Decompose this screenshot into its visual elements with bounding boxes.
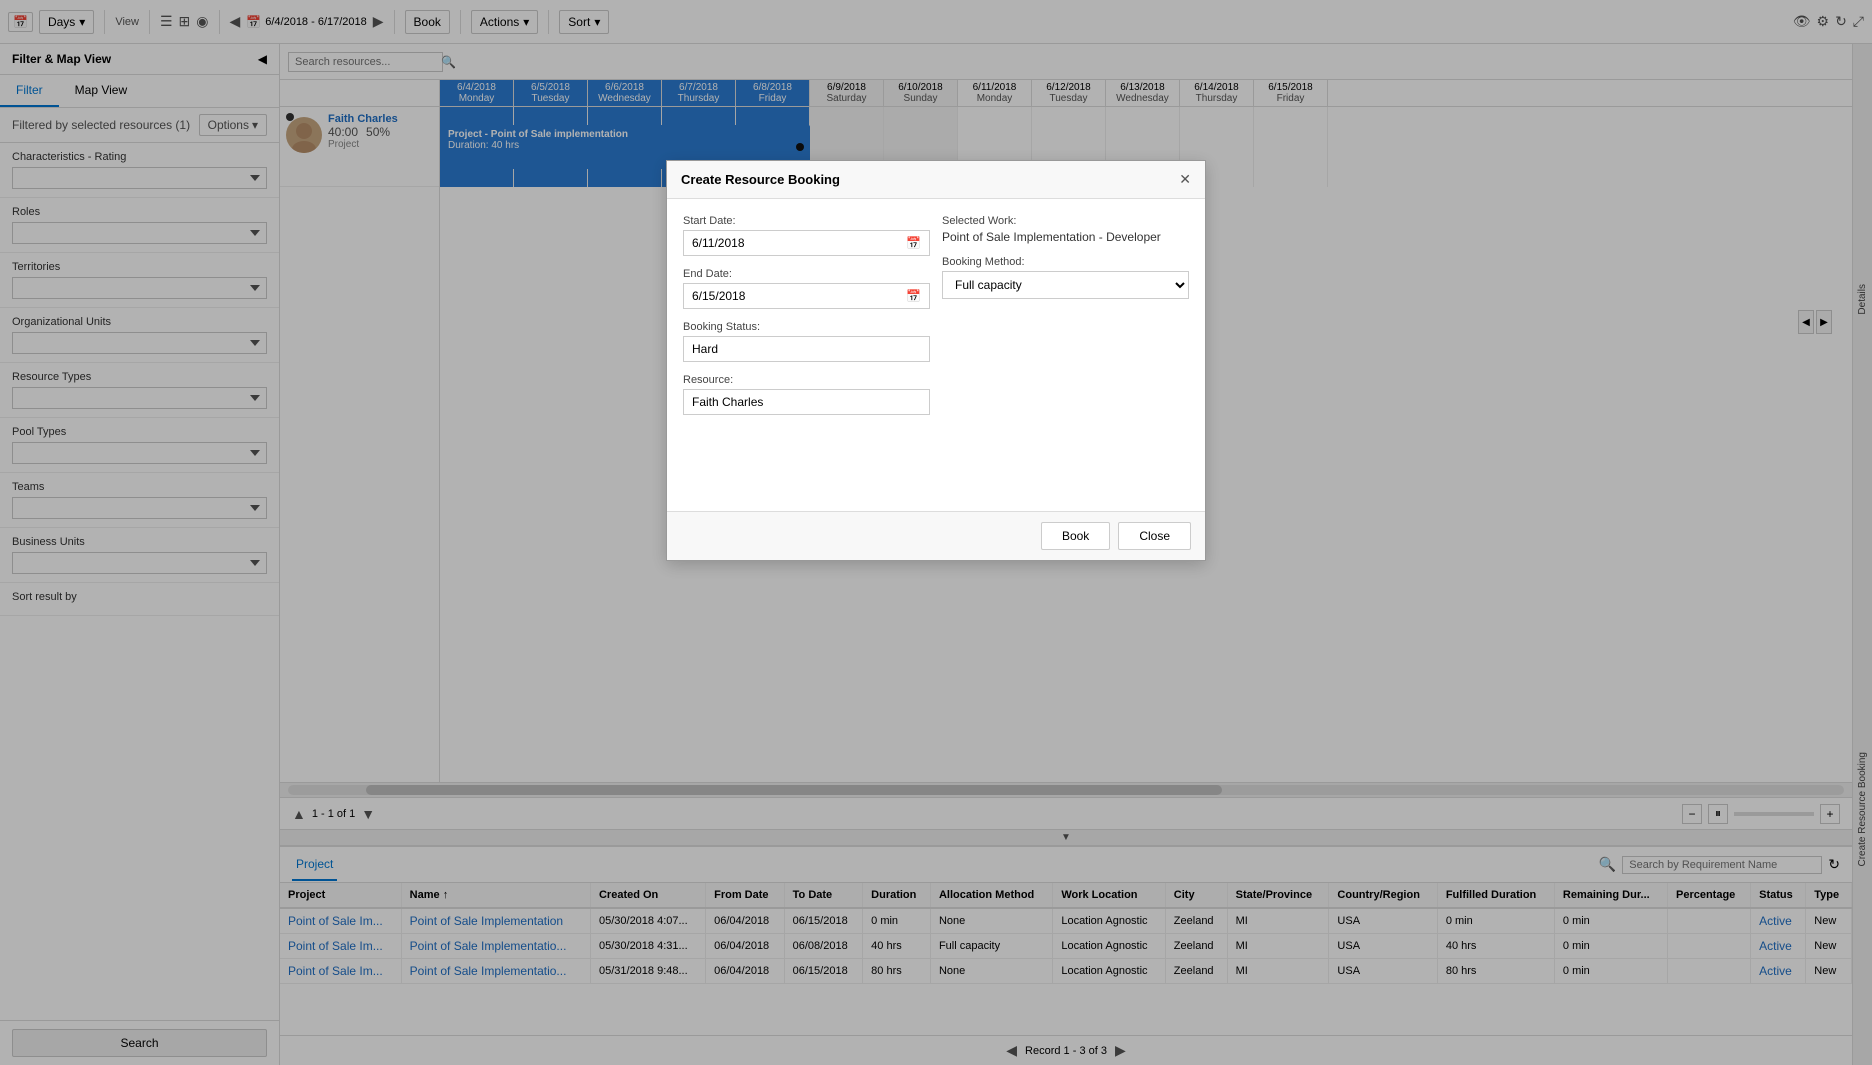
selected-work-value: Point of Sale Implementation - Developer xyxy=(942,230,1189,244)
form-end-date: End Date: 6/15/2018 📅 xyxy=(683,268,930,309)
modal-body: Start Date: 6/11/2018 📅 End Date: 6/15/2… xyxy=(667,199,1205,431)
modal-spacer xyxy=(667,431,1205,511)
resource-value: Faith Charles xyxy=(692,395,763,409)
modal-footer: Book Close xyxy=(667,511,1205,560)
form-booking-status: Booking Status: Hard xyxy=(683,321,930,362)
modal-overlay[interactable]: Create Resource Booking ✕ Start Date: 6/… xyxy=(0,0,1872,1065)
start-date-calendar-icon: 📅 xyxy=(906,236,921,250)
start-date-input[interactable]: 6/11/2018 📅 xyxy=(683,230,930,256)
resource-input[interactable]: Faith Charles xyxy=(683,389,930,415)
end-date-calendar-icon: 📅 xyxy=(906,289,921,303)
start-date-label: Start Date: xyxy=(683,215,930,227)
modal-close-btn[interactable]: ✕ xyxy=(1179,171,1191,188)
booking-method-label: Booking Method: xyxy=(942,256,1189,268)
modal-title: Create Resource Booking xyxy=(681,172,840,187)
booking-status-label: Booking Status: xyxy=(683,321,930,333)
end-date-value: 6/15/2018 xyxy=(692,289,745,303)
resource-label: Resource: xyxy=(683,374,930,386)
selected-work-label: Selected Work: xyxy=(942,215,1189,227)
end-date-label: End Date: xyxy=(683,268,930,280)
form-resource: Resource: Faith Charles xyxy=(683,374,930,415)
modal-close-footer-btn[interactable]: Close xyxy=(1118,522,1191,550)
form-booking-method: Booking Method: Full capacity Percentage… xyxy=(942,256,1189,299)
modal-left-col: Start Date: 6/11/2018 📅 End Date: 6/15/2… xyxy=(683,215,930,415)
modal-right-col: Selected Work: Point of Sale Implementat… xyxy=(942,215,1189,415)
start-date-value: 6/11/2018 xyxy=(692,236,745,250)
booking-status-value: Hard xyxy=(692,342,718,356)
booking-status-input[interactable]: Hard xyxy=(683,336,930,362)
form-start-date: Start Date: 6/11/2018 📅 xyxy=(683,215,930,256)
modal-header: Create Resource Booking ✕ xyxy=(667,161,1205,199)
booking-method-select[interactable]: Full capacity Percentage capacity Remain… xyxy=(942,271,1189,299)
form-selected-work: Selected Work: Point of Sale Implementat… xyxy=(942,215,1189,244)
end-date-input[interactable]: 6/15/2018 📅 xyxy=(683,283,930,309)
create-booking-modal: Create Resource Booking ✕ Start Date: 6/… xyxy=(666,160,1206,561)
modal-book-btn[interactable]: Book xyxy=(1041,522,1110,550)
